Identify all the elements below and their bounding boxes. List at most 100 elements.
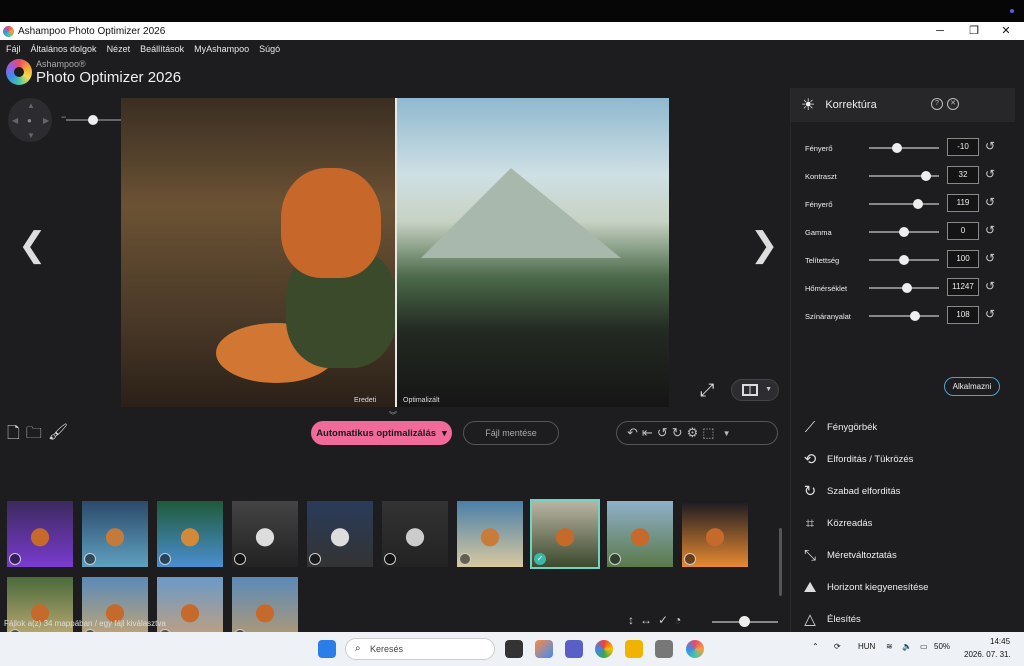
settings-gear-icon[interactable]: ⚙ xyxy=(687,425,699,441)
comparison-divider[interactable] xyxy=(395,98,397,407)
apply-button[interactable]: Alkalmazni xyxy=(944,377,1000,396)
thumbnail-item[interactable] xyxy=(682,501,748,567)
more-chevron-icon[interactable]: ▼ xyxy=(723,429,731,438)
pan-right-icon[interactable]: ▶ xyxy=(43,116,49,125)
reset-icon[interactable]: ↺ xyxy=(985,223,995,237)
rotate-right-icon[interactable]: ↻ xyxy=(672,425,683,441)
menu-settings[interactable]: Beállítások xyxy=(140,44,184,54)
thumbnail-item[interactable] xyxy=(457,501,523,567)
slider-knob[interactable] xyxy=(910,311,921,321)
progress-circle-icon[interactable]: ◔ xyxy=(674,613,681,627)
reset-icon[interactable]: ↺ xyxy=(985,139,995,153)
maximize-icon[interactable]: ❐ xyxy=(958,22,990,40)
slider-track[interactable] xyxy=(869,147,939,149)
select-circle-icon[interactable] xyxy=(234,553,246,565)
slider-knob[interactable] xyxy=(892,143,902,153)
slider-value-input[interactable]: 11247 xyxy=(947,278,979,296)
pan-navigator[interactable]: ▲ ▼ ◀ ▶ ● xyxy=(8,98,52,142)
slider-track[interactable] xyxy=(869,203,939,205)
thumbnail-item[interactable]: ✓ xyxy=(530,499,600,569)
clean-brush-icon[interactable]: 🖌 xyxy=(48,422,68,449)
undo-all-icon[interactable]: ⇤ xyxy=(642,425,653,441)
slider-value-input[interactable]: 32 xyxy=(947,166,979,184)
reset-icon[interactable]: ↺ xyxy=(985,307,995,321)
select-circle-icon[interactable] xyxy=(459,553,471,565)
slider-value-input[interactable]: 119 xyxy=(947,194,979,212)
slider-knob[interactable] xyxy=(921,171,932,181)
task-view-icon[interactable] xyxy=(505,640,523,658)
fullscreen-icon[interactable]: ⤢ xyxy=(700,380,714,401)
select-circle-icon[interactable] xyxy=(84,553,96,565)
menu-myashampoo[interactable]: MyAshampoo xyxy=(194,44,249,54)
tool-rotate-mirror[interactable]: ⟲ Elforditás / Tükrözés xyxy=(791,443,1015,475)
volume-icon[interactable]: 🔈 xyxy=(902,642,912,651)
menu-view[interactable]: Nézet xyxy=(107,44,131,54)
tray-chevron-icon[interactable]: ⌃ xyxy=(812,642,819,651)
tool-horizon[interactable]: ⛰ Horizont kiegyenesítése xyxy=(791,571,1015,603)
thumbnail-item[interactable] xyxy=(382,501,448,567)
add-folder-icon[interactable]: 🗀 xyxy=(26,422,42,449)
slider-knob[interactable] xyxy=(913,199,923,209)
tool-resize[interactable]: ⤡ Méretváltoztatás xyxy=(791,539,1015,571)
add-file-icon[interactable]: 🗋 xyxy=(7,422,20,449)
slider-value-input[interactable]: -10 xyxy=(947,138,979,156)
reset-icon[interactable]: ↺ xyxy=(985,251,995,265)
slider-knob[interactable] xyxy=(901,283,912,293)
tool-free-rotate[interactable]: ↻ Szabad elforditás xyxy=(791,475,1015,507)
slider-value-input[interactable]: 100 xyxy=(947,250,979,268)
thumbnail-item[interactable] xyxy=(607,501,673,567)
battery-icon[interactable]: ▭ xyxy=(920,642,928,651)
fit-height-icon[interactable]: ↕ xyxy=(628,613,634,627)
thumbnail-item[interactable] xyxy=(307,501,373,567)
chrome-icon[interactable] xyxy=(595,640,613,658)
tool-curve[interactable]: ⟋ Fénygörbék xyxy=(791,411,1015,443)
help-icon[interactable]: ? xyxy=(931,98,943,110)
select-circle-icon[interactable] xyxy=(384,553,396,565)
slider-value-input[interactable]: 108 xyxy=(947,306,979,324)
select-circle-icon[interactable] xyxy=(9,553,21,565)
view-mode-toggle[interactable]: ▼ xyxy=(731,379,779,401)
windows-start-icon[interactable] xyxy=(318,640,336,658)
thumbnail-item[interactable] xyxy=(157,501,223,567)
slider-knob[interactable] xyxy=(899,255,909,265)
clock-date[interactable]: 2026. 07. 31. xyxy=(964,650,1011,659)
teams-icon[interactable] xyxy=(565,640,583,658)
wifi-icon[interactable]: ≋ xyxy=(886,642,893,651)
thumbnail-scrollbar[interactable] xyxy=(779,528,782,596)
pan-center-icon[interactable]: ● xyxy=(27,116,32,125)
select-circle-icon[interactable] xyxy=(309,553,321,565)
save-file-button[interactable]: Fájl mentése xyxy=(463,421,559,445)
select-circle-icon[interactable] xyxy=(684,553,696,565)
sync-icon[interactable]: ⟳ xyxy=(834,642,841,651)
copilot-icon[interactable] xyxy=(535,640,553,658)
slider-value-input[interactable]: 0 xyxy=(947,222,979,240)
close-icon[interactable]: ✕ xyxy=(990,22,1022,40)
close-panel-icon[interactable]: ✕ xyxy=(947,98,959,110)
previous-image-arrow-icon[interactable]: ❮ xyxy=(18,228,47,262)
thumbnail-item[interactable] xyxy=(232,501,298,567)
photo-optimizer-taskbar-icon[interactable] xyxy=(686,640,704,658)
selection-icon[interactable]: ⬚ xyxy=(702,425,714,441)
check-icon[interactable]: ✓ xyxy=(658,613,668,627)
fit-width-icon[interactable]: ↔ xyxy=(640,613,652,627)
thumbnail-size-knob[interactable] xyxy=(739,616,750,627)
minimize-icon[interactable]: ─ xyxy=(924,22,956,40)
zoom-slider-knob[interactable] xyxy=(88,115,98,125)
tool-crop[interactable]: ⌗ Közreadás xyxy=(791,507,1015,539)
taskbar-search[interactable]: ⌕ Keresés xyxy=(345,638,495,660)
slider-track[interactable] xyxy=(869,315,939,317)
tool-sharpen[interactable]: △ Élesítés xyxy=(791,603,1015,635)
undo-icon[interactable]: ↶ xyxy=(627,425,638,441)
menu-general[interactable]: Általános dolgok xyxy=(31,44,97,54)
pan-up-icon[interactable]: ▲ xyxy=(27,101,35,110)
pan-left-icon[interactable]: ◀ xyxy=(12,116,18,125)
file-explorer-icon[interactable] xyxy=(625,640,643,658)
next-image-arrow-icon[interactable]: ❯ xyxy=(750,228,779,262)
clock-time[interactable]: 14:45 xyxy=(990,637,1010,646)
thumbnail-item[interactable] xyxy=(82,501,148,567)
menu-help[interactable]: Súgó xyxy=(259,44,280,54)
collapse-chevron-icon[interactable]: ︾ xyxy=(389,410,397,421)
selected-check-icon[interactable]: ✓ xyxy=(534,553,546,565)
select-circle-icon[interactable] xyxy=(609,553,621,565)
auto-optimize-button[interactable]: Automatikus optimalizálás ▾ xyxy=(311,421,452,445)
